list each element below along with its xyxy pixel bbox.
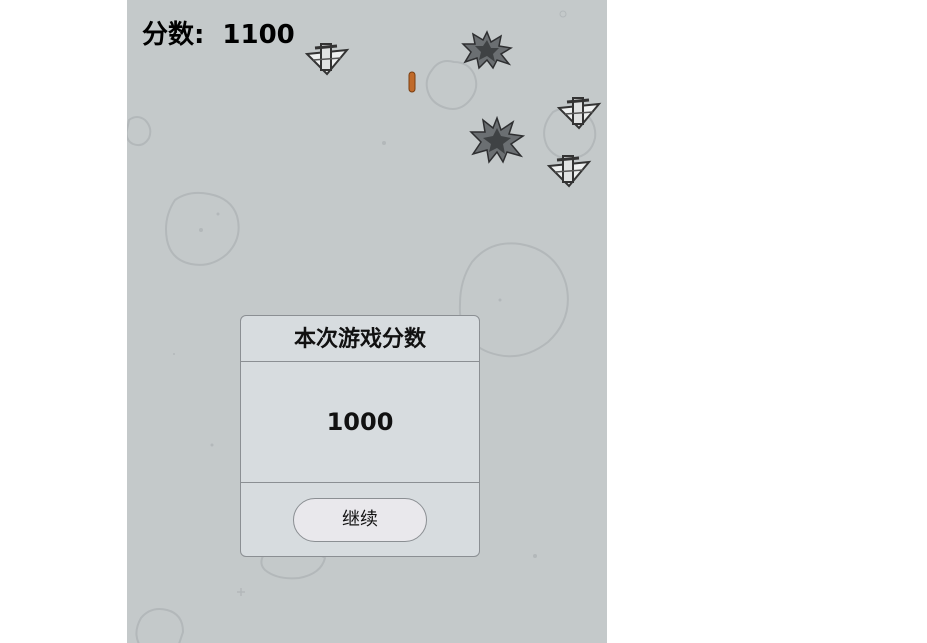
explosion-icon [461, 30, 513, 70]
enemy-plane-icon [556, 97, 602, 130]
enemy-plane-icon [304, 43, 350, 76]
final-score: 1000 [241, 362, 479, 483]
score-value: 1100 [222, 20, 295, 50]
dialog-title: 本次游戏分数 [241, 316, 479, 362]
score-display: 分数: 1100 [142, 14, 295, 51]
asteroid-2 [127, 116, 152, 147]
game-canvas[interactable]: 分数: 1100 本次游戏分数 1000 继续 [127, 0, 607, 643]
bullet-icon [408, 71, 416, 93]
explosion-icon [469, 116, 525, 164]
asteroid-7 [135, 608, 185, 643]
enemy-plane-icon [546, 155, 592, 188]
game-over-dialog: 本次游戏分数 1000 继续 [240, 315, 480, 557]
continue-button[interactable]: 继续 [293, 498, 427, 542]
dialog-footer: 继续 [241, 483, 479, 556]
score-label: 分数: [142, 20, 205, 50]
